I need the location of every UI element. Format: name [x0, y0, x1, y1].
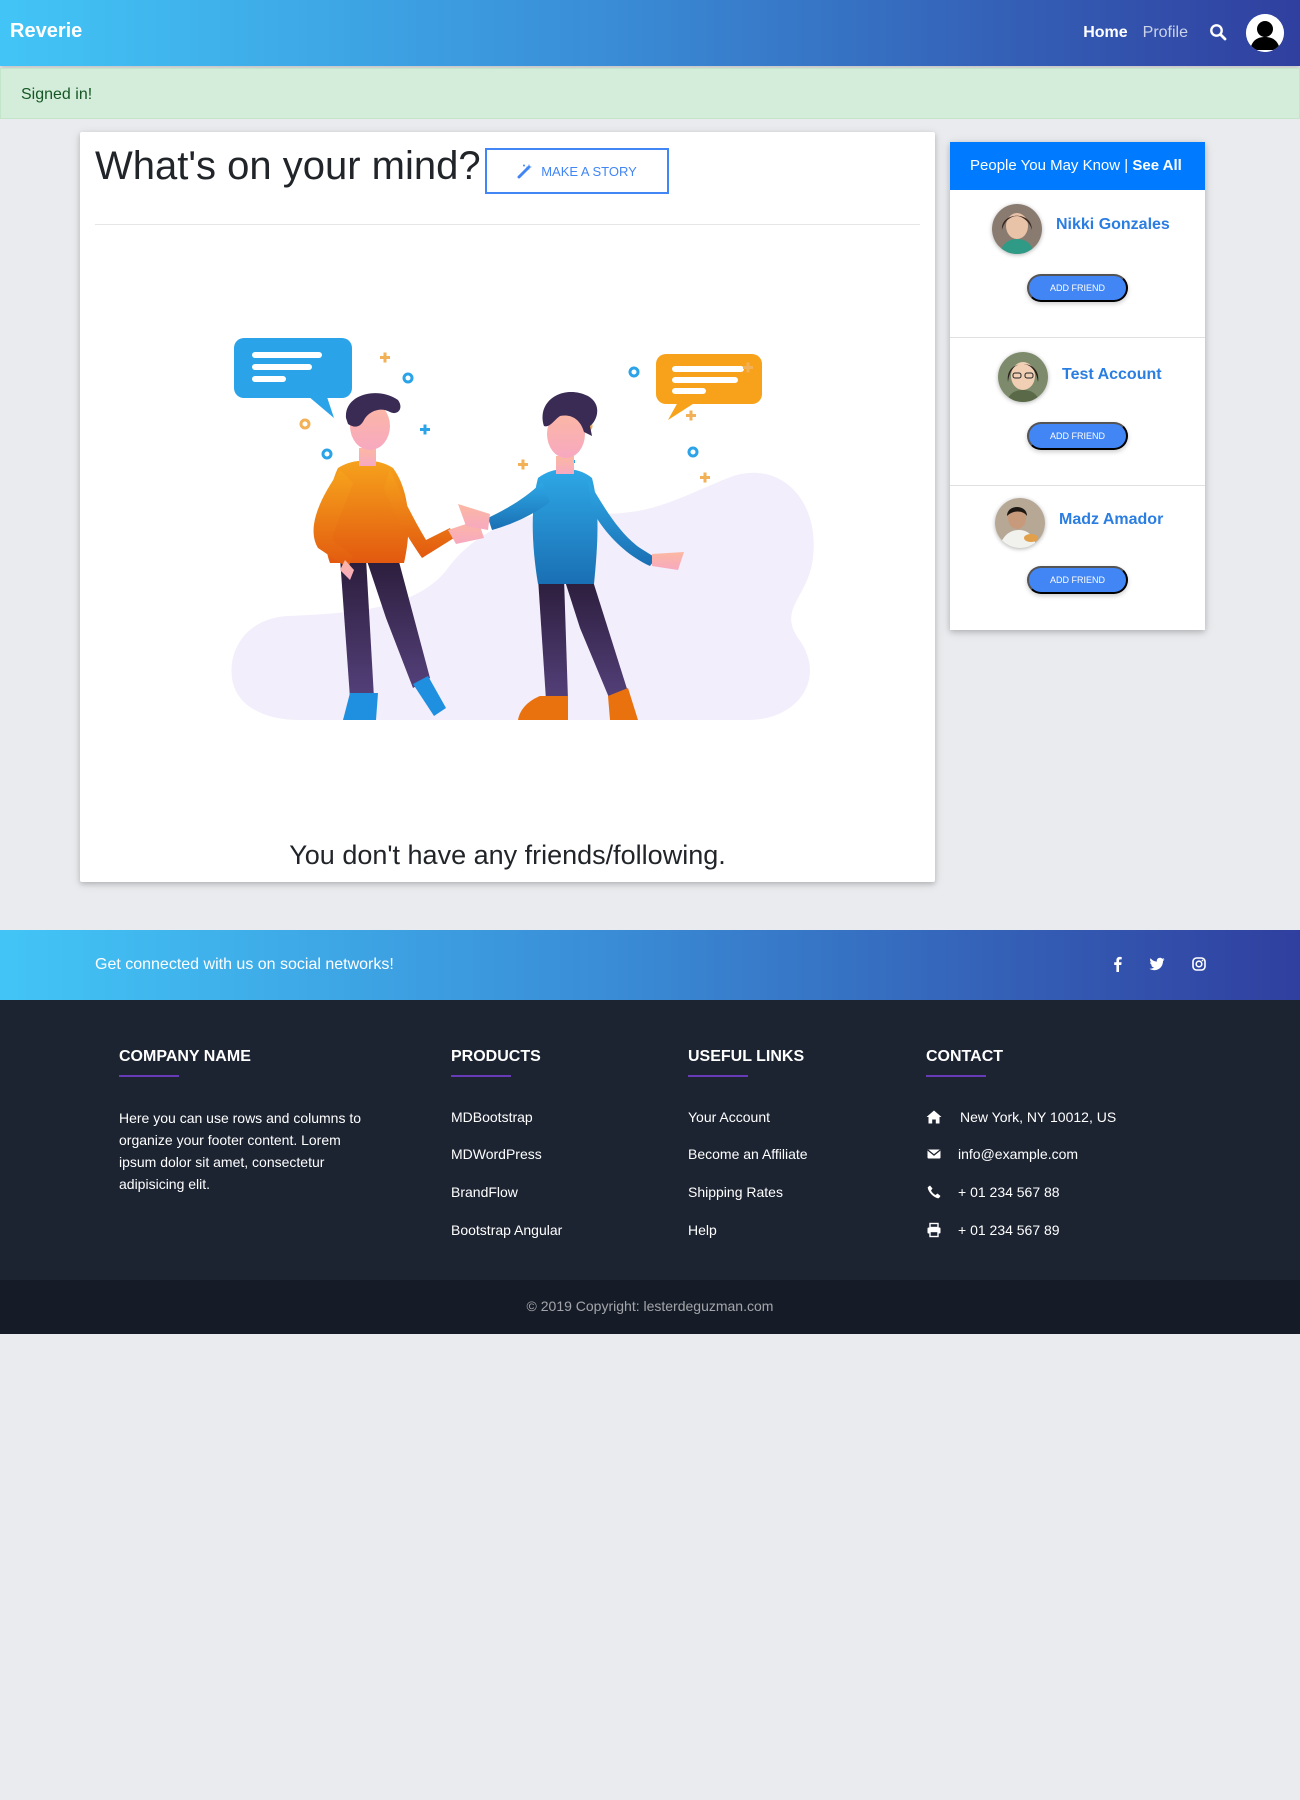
copyright-bar: © 2019 Copyright: lesterdeguzman.com [0, 1280, 1300, 1334]
suggestion-item: Nikki Gonzales ADD FRIEND [950, 190, 1205, 338]
feed-card: What's on your mind? MAKE A STORY You do… [80, 132, 935, 882]
contact-phone-text: + 01 234 567 88 [958, 1184, 1060, 1200]
print-icon [927, 1222, 941, 1238]
footer-link-your-account[interactable]: Your Account [688, 1109, 770, 1125]
suggestion-name[interactable]: Nikki Gonzales [1056, 216, 1170, 234]
heading-underline [688, 1075, 748, 1077]
nav-links: Home Profile [1083, 24, 1188, 42]
brand-logo[interactable]: Reverie [10, 20, 82, 43]
social-text: Get connected with us on social networks… [95, 956, 394, 973]
add-friend-button[interactable]: ADD FRIEND [1027, 274, 1128, 302]
footer-products-heading: PRODUCTS [451, 1048, 541, 1065]
twitter-icon[interactable] [1149, 956, 1165, 972]
avatar[interactable] [992, 204, 1042, 254]
contact-email: info@example.com [926, 1146, 1078, 1162]
footer-company-text: Here you can use rows and columns to org… [119, 1110, 362, 1192]
avatar[interactable] [995, 498, 1045, 548]
envelope-icon [927, 1149, 941, 1159]
footer-link-shipping[interactable]: Shipping Rates [688, 1184, 783, 1200]
footer-link-mdbootstrap[interactable]: MDBootstrap [451, 1109, 533, 1125]
footer-link-affiliate[interactable]: Become an Affiliate [688, 1146, 808, 1162]
footer-contact-heading: CONTACT [926, 1048, 1004, 1065]
suggestion-item: Madz Amador ADD FRIEND [950, 486, 1205, 634]
copyright-link[interactable]: lesterdeguzman.com [643, 1298, 773, 1314]
contact-fax-text: + 01 234 567 89 [958, 1222, 1060, 1238]
add-friend-button[interactable]: ADD FRIEND [1027, 566, 1128, 594]
suggestion-name[interactable]: Madz Amador [1059, 511, 1163, 529]
heading-underline [119, 1075, 179, 1077]
contact-address-text: New York, NY 10012, US [960, 1109, 1117, 1125]
contact-phone: + 01 234 567 88 [926, 1184, 1060, 1200]
footer-products-column: PRODUCTS [451, 1048, 541, 1077]
navbar: Reverie Home Profile [0, 0, 1300, 66]
footer-useful-links-column: USEFUL LINKS [688, 1048, 804, 1077]
contact-email-text: info@example.com [958, 1146, 1079, 1162]
friends-illustration [231, 338, 814, 720]
make-a-story-button[interactable]: MAKE A STORY [485, 148, 669, 194]
nav-profile-link[interactable]: Profile [1143, 24, 1188, 42]
magic-wand-icon [517, 164, 533, 179]
footer-link-bootstrap-angular[interactable]: Bootstrap Angular [451, 1222, 562, 1238]
alert-message: Signed in! [21, 86, 93, 103]
social-bar: Get connected with us on social networks… [0, 930, 1300, 1000]
contact-address: New York, NY 10012, US [926, 1109, 1116, 1125]
nav-home-link[interactable]: Home [1083, 24, 1127, 42]
footer-link-brandflow[interactable]: BrandFlow [451, 1184, 518, 1200]
footer-link-help[interactable]: Help [688, 1222, 717, 1238]
signed-in-alert: Signed in! [0, 68, 1300, 119]
see-all-link[interactable]: See All [1132, 157, 1181, 174]
suggestions-header: People You May Know | See All [950, 142, 1205, 190]
add-friend-button[interactable]: ADD FRIEND [1027, 422, 1128, 450]
home-icon [926, 1110, 942, 1124]
suggestions-header-title: People You May Know | [970, 157, 1133, 174]
instagram-icon[interactable] [1191, 956, 1207, 972]
divider [95, 224, 920, 225]
contact-fax: + 01 234 567 89 [926, 1222, 1060, 1238]
people-you-may-know-card: People You May Know | See All Nikki Gonz… [950, 142, 1205, 630]
suggestion-item: Test Account ADD FRIEND [950, 338, 1205, 486]
footer-link-mdwordpress[interactable]: MDWordPress [451, 1146, 542, 1162]
heading-underline [926, 1075, 986, 1077]
empty-friends-message: You don't have any friends/following. [289, 840, 726, 870]
avatar[interactable] [998, 352, 1048, 402]
suggestion-name[interactable]: Test Account [1062, 366, 1162, 384]
footer-company-heading: COMPANY NAME [119, 1048, 251, 1065]
facebook-icon[interactable] [1110, 956, 1126, 972]
user-avatar-icon[interactable] [1246, 14, 1284, 52]
footer-contact-column: CONTACT [926, 1048, 1003, 1077]
page-title: What's on your mind? [95, 144, 481, 188]
make-a-story-label: MAKE A STORY [541, 163, 637, 179]
copyright-text: © 2019 Copyright: [526, 1298, 644, 1314]
footer-useful-heading: USEFUL LINKS [688, 1048, 805, 1065]
footer-company-column: COMPANY NAME Here you can use rows and c… [119, 1048, 379, 1195]
footer: COMPANY NAME Here you can use rows and c… [0, 1000, 1300, 1280]
phone-icon [927, 1185, 941, 1199]
search-icon[interactable] [1209, 23, 1227, 41]
heading-underline [451, 1075, 511, 1077]
